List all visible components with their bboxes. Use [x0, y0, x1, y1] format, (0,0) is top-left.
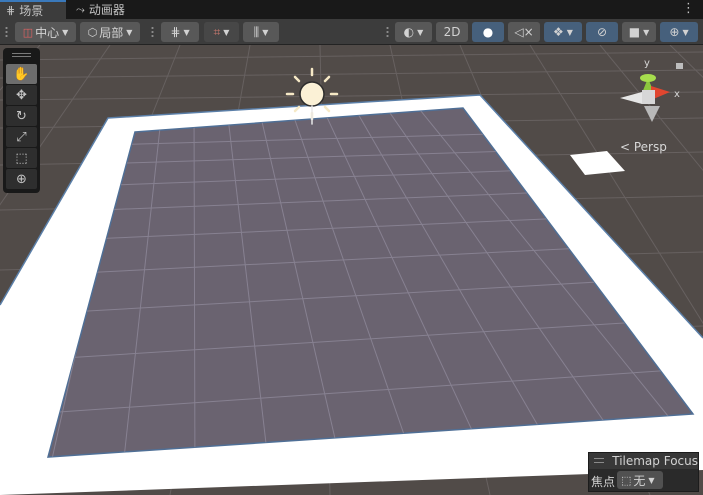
focus-dropdown[interactable]: ⬚ 无 ▼ — [617, 471, 663, 489]
tab-animator-label: 动画器 — [88, 3, 125, 17]
chevron-down-icon: ▼ — [126, 27, 133, 37]
tab-scene[interactable]: ⋕ 场景 — [0, 0, 66, 19]
snap-icon: ⌗ — [213, 24, 221, 39]
tilemap-focus-panel: Tilemap Focus 焦点 ⬚ 无 ▼ — [588, 452, 699, 492]
z-axis-cone[interactable] — [644, 106, 660, 122]
effects-icon: ❖ — [553, 25, 564, 39]
persp-label[interactable]: < Persp — [620, 140, 667, 154]
transform-tool-button[interactable]: ⊕ — [6, 169, 37, 189]
scale-tool-button[interactable]: ⤢ — [6, 127, 37, 147]
visibility-toggle[interactable]: ⊘ — [586, 22, 618, 42]
rotate-icon: ↻ — [16, 108, 27, 124]
chevron-down-icon: ▼ — [648, 475, 655, 485]
lightbulb-icon: ● — [482, 25, 494, 39]
pivot-dropdown[interactable]: ◫ 中心 ▼ — [15, 22, 76, 42]
scene-viewport[interactable]: y x — [0, 45, 703, 495]
gizmo-icon: ⊕ — [669, 25, 680, 39]
chevron-down-icon: ▼ — [682, 27, 689, 37]
chevron-down-icon: ▼ — [183, 27, 190, 37]
hand-tool-button[interactable]: ✋ — [6, 64, 37, 84]
more-options-icon[interactable]: ⋮ — [682, 1, 695, 16]
tilemap-focus-title: Tilemap Focus — [612, 454, 698, 468]
rect-icon: ⬚ — [15, 150, 28, 166]
chevron-down-icon: ▼ — [262, 27, 269, 37]
toolbar-grip[interactable] — [386, 26, 389, 38]
gizmo-y-label: y — [644, 58, 650, 69]
gizmo-x-label: x — [674, 89, 680, 100]
lock-icon[interactable] — [676, 63, 683, 69]
tab-scene-label: 场景 — [19, 4, 44, 18]
grid-snap-button[interactable]: ⋕ ▼ — [161, 22, 199, 42]
hand-icon: ✋ — [13, 66, 30, 82]
camera-dropdown[interactable]: ■ ▼ — [622, 22, 656, 42]
scale-icon: ⤢ — [16, 129, 27, 145]
focus-icon: ⬚ — [621, 473, 632, 487]
2d-label: 2D — [443, 25, 461, 39]
white-tile[interactable] — [570, 151, 625, 175]
animator-icon: ⤳ — [76, 2, 85, 16]
tab-bar: ⋕ 场景 ⤳ 动画器 ⋮ — [0, 0, 703, 19]
handle-rotation-dropdown[interactable]: ⬡ 局部 ▼ — [80, 22, 140, 42]
toolbar-grip[interactable] — [5, 26, 8, 38]
palette-grip[interactable] — [12, 52, 31, 60]
grid-icon: ⋕ — [6, 4, 16, 17]
toolbar-grip[interactable] — [151, 26, 154, 38]
audio-toggle[interactable]: ◁× — [508, 22, 540, 42]
scene-toolbar: ◫ 中心 ▼ ⬡ 局部 ▼ ⋕ ▼ ⌗ ▼ ⫼ ▼ ◐ ▼ 2D ● ◁× ❖ … — [0, 19, 703, 45]
tilemap-focus-header[interactable]: Tilemap Focus — [589, 453, 698, 469]
scene-canvas: y x — [0, 45, 703, 495]
camera-icon: ■ — [628, 25, 641, 39]
gizmo-center-cube[interactable] — [642, 90, 655, 104]
rect-tool-button[interactable]: ⬚ — [6, 148, 37, 168]
align-icon: ⫼ — [253, 24, 260, 39]
focus-value: 无 — [633, 473, 646, 488]
y-axis-cap — [640, 74, 656, 82]
pivot-label: 中心 — [35, 25, 60, 40]
align-button[interactable]: ⫼ ▼ — [243, 22, 279, 42]
tool-palette: ✋ ✥ ↻ ⤢ ⬚ ⊕ — [3, 48, 40, 193]
increment-snap-button[interactable]: ⌗ ▼ — [204, 22, 239, 42]
move-icon: ✥ — [16, 87, 27, 103]
move-tool-button[interactable]: ✥ — [6, 85, 37, 105]
audio-muted-icon: ◁× — [514, 25, 534, 39]
scene-gizmo[interactable]: y x — [620, 58, 683, 122]
focus-label: 焦点 — [591, 475, 616, 489]
shading-sphere-icon: ◐ — [403, 25, 415, 39]
lighting-toggle[interactable]: ● — [472, 22, 504, 42]
2d-toggle[interactable]: 2D — [436, 22, 468, 42]
chevron-down-icon: ▼ — [417, 27, 424, 37]
transform-icon: ⊕ — [16, 171, 27, 187]
neg-x-axis-cone[interactable] — [620, 92, 642, 104]
effects-dropdown[interactable]: ❖ ▼ — [544, 22, 582, 42]
cube-icon: ⬡ — [87, 25, 98, 39]
drag-handle-icon[interactable] — [594, 458, 605, 464]
tab-animator[interactable]: ⤳ 动画器 — [70, 0, 140, 19]
eye-slash-icon: ⊘ — [596, 25, 608, 39]
grid-snap-icon: ⋕ — [170, 25, 181, 39]
chevron-down-icon: ▼ — [566, 27, 573, 37]
chevron-down-icon: ▼ — [223, 27, 230, 37]
rotate-tool-button[interactable]: ↻ — [6, 106, 37, 126]
pivot-icon: ◫ — [22, 25, 34, 39]
gizmos-dropdown[interactable]: ⊕ ▼ — [660, 22, 698, 42]
handle-label: 局部 — [99, 25, 124, 40]
chevron-down-icon: ▼ — [62, 27, 69, 37]
shading-mode-dropdown[interactable]: ◐ ▼ — [395, 22, 432, 42]
chevron-down-icon: ▼ — [643, 27, 650, 37]
